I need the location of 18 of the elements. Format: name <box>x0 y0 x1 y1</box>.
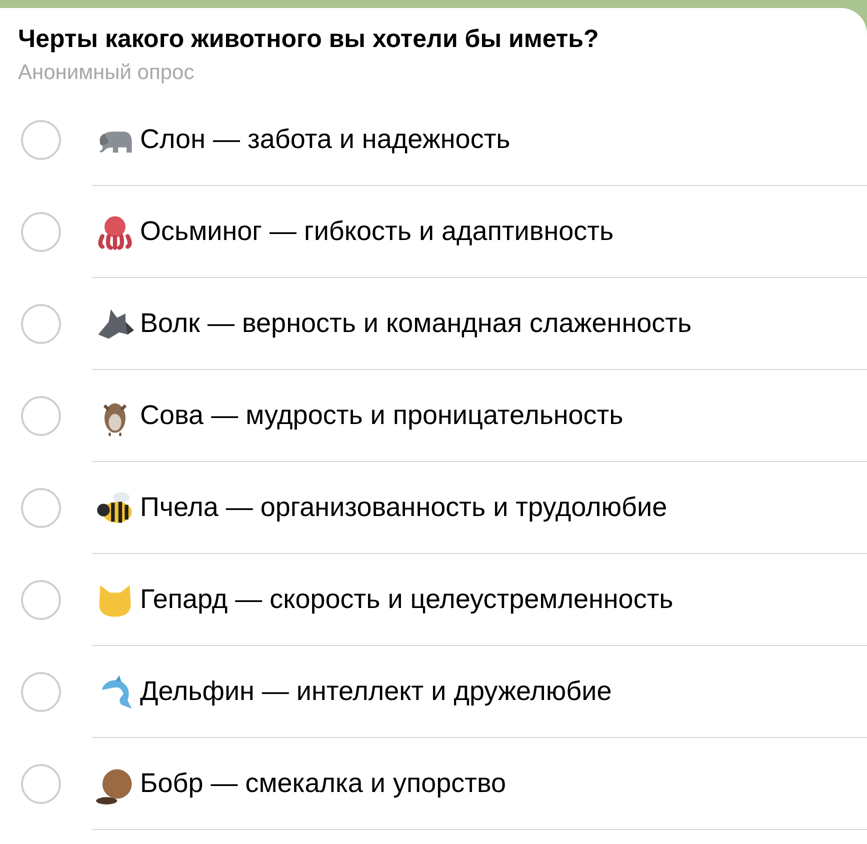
poll-option-label[interactable]: Пчела — организованность и трудолюбие <box>140 492 668 523</box>
poll-type-label: Анонимный опрос <box>17 60 196 86</box>
radio-button[interactable] <box>21 488 61 528</box>
poll-option-label[interactable]: Осьминог — гибкость и адаптивность <box>140 216 614 247</box>
radio-button[interactable] <box>21 212 61 252</box>
radio-button[interactable] <box>21 120 61 160</box>
radio-button[interactable] <box>21 672 61 712</box>
radio-button[interactable] <box>21 764 61 804</box>
poll-question: Черты какого животного вы хотели бы иметь? <box>17 24 600 55</box>
radio-button[interactable] <box>21 396 61 436</box>
radio-button[interactable] <box>21 304 61 344</box>
radio-button[interactable] <box>21 580 61 620</box>
poll-option-label[interactable]: Слон — забота и надежность <box>140 124 510 155</box>
poll-option-label[interactable]: Гепард — скорость и целеустремленность <box>140 584 674 615</box>
poll-option-label[interactable]: Волк — верность и командная слаженность <box>140 308 692 339</box>
poll-option-label[interactable]: Сова — мудрость и проницательность <box>140 400 624 431</box>
poll-option-label[interactable]: Дельфин — интеллект и дружелюбие <box>140 676 612 707</box>
poll-option-label[interactable]: Бобр — смекалка и упорство <box>140 768 506 799</box>
